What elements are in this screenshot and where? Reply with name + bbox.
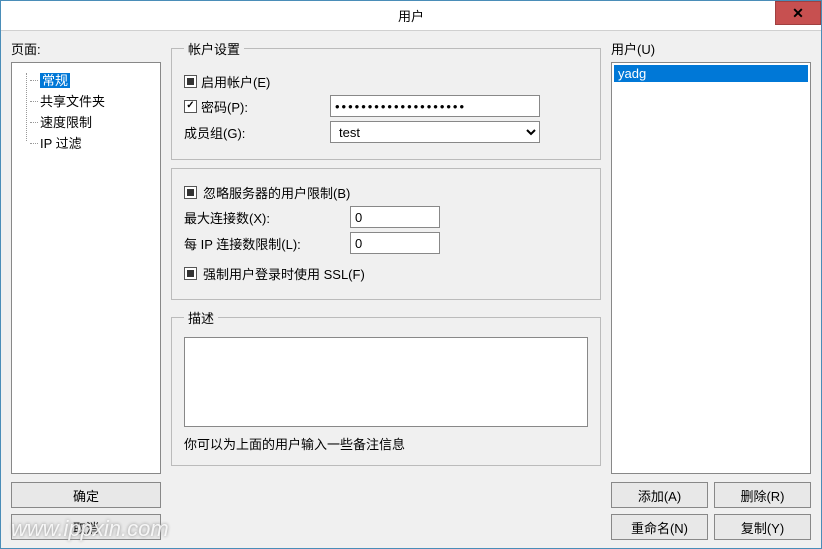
window-title: 用户 [398,6,424,25]
password-label: 密码(P): [201,97,248,116]
tree-item-ip-filter[interactable]: IP 过滤 [16,132,156,153]
tree-item-label: 常规 [40,73,70,88]
bypass-label: 忽略服务器的用户限制(B) [203,183,350,202]
group-label: 成员组(G): [184,123,245,142]
bypass-row: 忽略服务器的用户限制(B) [184,183,588,202]
titlebar: 用户 ✕ [1,1,821,31]
password-row: 密码(P): [184,95,588,117]
force-ssl-label: 强制用户登录时使用 SSL(F) [203,264,365,283]
tree-item-label: 共享文件夹 [40,94,105,109]
tree-item-label: 速度限制 [40,115,92,130]
add-user-button[interactable]: 添加(A) [611,482,708,508]
group-row: 成员组(G): test [184,121,588,143]
remove-user-button[interactable]: 删除(R) [714,482,811,508]
force-ssl-checkbox[interactable] [184,267,197,280]
enable-account-label: 启用帐户(E) [201,72,270,91]
close-icon: ✕ [792,5,804,22]
tree-item-label: IP 过滤 [40,136,82,151]
limits-group: 忽略服务器的用户限制(B) 最大连接数(X): 每 IP 连接数限制(L): [171,168,601,300]
sidebar-label: 页面: [11,39,161,58]
page-tree[interactable]: 常规 共享文件夹 速度限制 IP 过滤 [11,62,161,474]
account-settings-group: 帐户设置 启用帐户(E) 密码(P): 成员组(G): [171,39,601,160]
ok-button[interactable]: 确定 [11,482,161,508]
tree-item-speed-limits[interactable]: 速度限制 [16,111,156,132]
middle-column: 帐户设置 启用帐户(E) 密码(P): 成员组(G): [171,39,601,540]
dialog-body: 页面: 常规 共享文件夹 速度限制 IP 过滤 确定 取消 帐户设置 启用帐户 [1,31,821,548]
dialog-window: 用户 ✕ 页面: 常规 共享文件夹 速度限制 IP 过滤 确定 取消 帐户设置 [0,0,822,549]
per-ip-label: 每 IP 连接数限制(L): [184,234,301,253]
password-checkbox[interactable] [184,100,197,113]
description-group: 描述 你可以为上面的用户输入一些备注信息 [171,308,601,466]
close-button[interactable]: ✕ [775,1,821,25]
rename-user-button[interactable]: 重命名(N) [611,514,708,540]
left-column: 页面: 常规 共享文件夹 速度限制 IP 过滤 确定 取消 [11,39,161,540]
enable-account-checkbox[interactable] [184,75,197,88]
user-list-item-label: yadg [618,66,646,81]
bypass-checkbox[interactable] [184,186,197,199]
description-hint: 你可以为上面的用户输入一些备注信息 [184,434,588,453]
tree-item-shared-folders[interactable]: 共享文件夹 [16,90,156,111]
enable-account-row: 启用帐户(E) [184,72,588,91]
force-ssl-row: 强制用户登录时使用 SSL(F) [184,264,588,283]
description-legend: 描述 [184,308,218,327]
user-buttons: 添加(A) 删除(R) 重命名(N) 复制(Y) [611,482,811,540]
per-ip-row: 每 IP 连接数限制(L): [184,232,588,254]
max-conn-input[interactable] [350,206,440,228]
right-column: 用户(U) yadg 添加(A) 删除(R) 重命名(N) 复制(Y) [611,39,811,540]
group-select[interactable]: test [330,121,540,143]
copy-user-button[interactable]: 复制(Y) [714,514,811,540]
user-list-item[interactable]: yadg [614,65,808,82]
users-label: 用户(U) [611,39,811,58]
cancel-button[interactable]: 取消 [11,514,161,540]
account-settings-legend: 帐户设置 [184,39,244,58]
description-textarea[interactable] [184,337,588,427]
user-list[interactable]: yadg [611,62,811,474]
per-ip-input[interactable] [350,232,440,254]
password-input[interactable] [330,95,540,117]
max-conn-row: 最大连接数(X): [184,206,588,228]
left-buttons: 确定 取消 [11,482,161,540]
tree-item-general[interactable]: 常规 [16,69,156,90]
max-conn-label: 最大连接数(X): [184,208,270,227]
